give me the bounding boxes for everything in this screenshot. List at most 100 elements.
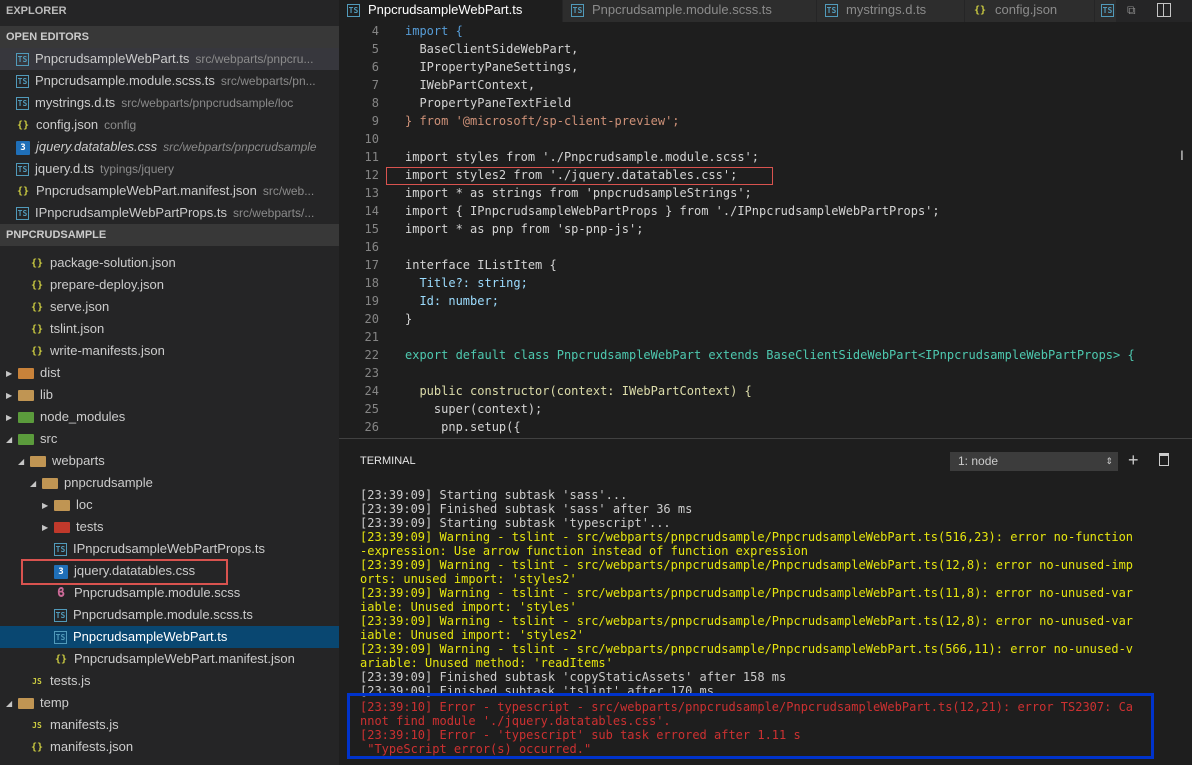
trash-icon[interactable] xyxy=(1159,453,1169,466)
tree-item[interactable]: {} prepare-deploy.json xyxy=(0,274,339,296)
json-icon: {} xyxy=(30,323,44,335)
tree-label: pnpcrudsample xyxy=(64,475,153,490)
tree-item[interactable]: TS Pnpcrudsample.module.scss.ts xyxy=(0,604,339,626)
open-editor-name: PnpcrudsampleWebPart.ts xyxy=(35,51,190,66)
tree-label: tslint.json xyxy=(50,321,105,336)
ts-icon: TS xyxy=(16,207,29,221)
code-line: 18 Title?: string; xyxy=(339,274,1192,292)
json-icon: {} xyxy=(30,301,44,313)
tree-label: src xyxy=(40,431,58,446)
code-line: 26 pnp.setup({ xyxy=(339,418,1192,436)
terminal-line: [23:39:09] Warning - tslint - src/webpar… xyxy=(360,558,1134,572)
json-icon: {} xyxy=(16,185,30,197)
chevron-right-icon: ▶ xyxy=(42,522,49,532)
tab-webpart[interactable]: TS PnpcrudsampleWebPart.ts xyxy=(339,0,563,22)
open-editor-item[interactable]: TS jquery.d.ts typings/jquery xyxy=(0,158,339,180)
open-editor-item[interactable]: TS mystrings.d.ts src/webparts/pnpcrudsamp… xyxy=(0,92,339,114)
code-text: import { xyxy=(405,24,463,38)
tab-overflow[interactable]: TS xyxy=(1095,0,1117,22)
open-editor-path: src/web... xyxy=(262,184,315,198)
tree-label: manifests.js xyxy=(50,717,119,732)
ts-icon: TS xyxy=(1101,4,1114,18)
open-editor-item[interactable]: 3 jquery.datatables.css src/webparts/pnpcr… xyxy=(0,136,339,158)
tab-bar: TS PnpcrudsampleWebPart.ts TS Pnpcrudsampl… xyxy=(339,0,1192,22)
open-editors-header[interactable]: OPEN EDITORS xyxy=(0,26,339,48)
code-line: 21 xyxy=(339,328,1192,346)
terminal-selector[interactable]: 1: node ⇕ xyxy=(950,452,1118,471)
tree-folder[interactable]: ▶ tests xyxy=(0,516,339,538)
ts-icon: TS xyxy=(16,75,29,89)
line-number: 25 xyxy=(364,402,379,416)
tree-label: loc xyxy=(76,497,93,512)
open-editor-item[interactable]: TS Pnpcrudsample.module.scss.ts src/webpar… xyxy=(0,70,339,92)
code-text: } from '@microsoft/sp-client-preview'; xyxy=(405,114,680,128)
open-editor-path: config xyxy=(104,118,137,132)
json-icon: {} xyxy=(30,741,44,753)
tab-config[interactable]: {} config.json xyxy=(965,0,1095,22)
tree-item[interactable]: {} write-manifests.json xyxy=(0,340,339,362)
tree-item-selected[interactable]: TS PnpcrudsampleWebPart.ts xyxy=(0,626,339,648)
tab-mystrings[interactable]: TS mystrings.d.ts xyxy=(817,0,965,22)
tree-folder[interactable]: ▶ lib xyxy=(0,384,339,406)
tab-scss[interactable]: TS Pnpcrudsample.module.scss.ts xyxy=(563,0,817,22)
tree-folder[interactable]: ◢ webparts xyxy=(0,450,339,472)
ts-icon: TS xyxy=(16,163,29,177)
tree-folder[interactable]: ▶ loc xyxy=(0,494,339,516)
tree-folder[interactable]: ◢ pnpcrudsample xyxy=(0,472,339,494)
open-editor-path: src/webparts/pnpcrudsample/loc xyxy=(121,96,294,110)
terminal-panel[interactable]: TERMINAL 1: node ⇕ + [23:39:09] Starting… xyxy=(339,438,1192,765)
tree-label: tests xyxy=(76,519,104,534)
ts-icon: TS xyxy=(16,97,29,111)
code-line: 7 IWebPartContext, xyxy=(339,76,1192,94)
line-number: 10 xyxy=(364,132,379,146)
tree-folder[interactable]: ▶ dist xyxy=(0,362,339,384)
tree-item[interactable]: {} package-solution.json xyxy=(0,252,339,274)
tree-folder[interactable]: ▶ node_modules xyxy=(0,406,339,428)
tree-item[interactable]: JS manifests.js xyxy=(0,714,339,736)
open-editor-item[interactable]: {} config.json config xyxy=(0,114,339,136)
js-icon: JS xyxy=(32,720,42,730)
code-text: import * as pnp from 'sp-pnp-js'; xyxy=(405,222,644,236)
open-editor-item[interactable]: {} PnpcrudsampleWebPart.manifest.json src/… xyxy=(0,180,339,202)
code-text: export default class PnpcrudsampleWebPar… xyxy=(405,348,1135,362)
line-number: 11 xyxy=(364,150,379,164)
layout-icon[interactable] xyxy=(1157,3,1171,17)
tree-folder[interactable]: ◢ temp xyxy=(0,692,339,714)
tree-item[interactable]: TS IPnpcrudsampleWebPartProps.ts xyxy=(0,538,339,560)
tree-item[interactable]: {} PnpcrudsampleWebPart.manifest.json xyxy=(0,648,339,670)
plus-icon[interactable]: + xyxy=(1128,450,1139,470)
line-number: 19 xyxy=(364,294,379,308)
code-line: 9} from '@microsoft/sp-client-preview'; xyxy=(339,112,1192,130)
terminal-line: iable: Unused import: 'styles' xyxy=(360,600,577,614)
tree-item[interactable]: {} serve.json xyxy=(0,296,339,318)
open-editor-item[interactable]: TS IPnpcrudsampleWebPartProps.ts src/webpa… xyxy=(0,202,339,224)
tab-label: config.json xyxy=(995,2,1058,17)
terminal-line: [23:39:09] Starting subtask 'typescript'… xyxy=(360,516,671,530)
line-number: 18 xyxy=(364,276,379,290)
tree-item[interactable]: ϐ Pnpcrudsample.module.scss xyxy=(0,582,339,604)
json-icon: {} xyxy=(30,257,44,269)
highlight-box-blue xyxy=(347,693,1154,759)
line-number: 26 xyxy=(364,420,379,434)
tree-label: dist xyxy=(40,365,61,380)
tree-folder[interactable]: ◢ src xyxy=(0,428,339,450)
code-line: 11 import styles from './Pnpcrudsample.mo… xyxy=(339,148,1192,166)
terminal-line: -expression: Use arrow function instead … xyxy=(360,544,808,558)
tree-item[interactable]: JS tests.js xyxy=(0,670,339,692)
folder-icon xyxy=(18,698,34,710)
code-text: IPropertyPaneSettings, xyxy=(405,60,579,74)
split-icon[interactable]: ⧉ xyxy=(1127,3,1141,17)
tree-item[interactable]: {} manifests.json xyxy=(0,736,339,758)
explorer-sidebar: EXPLORER OPEN EDITORS TS PnpcrudsampleWeb… xyxy=(0,0,339,765)
ts-icon: TS xyxy=(16,53,29,67)
project-header[interactable]: PNPCRUDSAMPLE xyxy=(0,224,339,246)
code-editor[interactable]: 4 import { 5 BaseClientSideWebPart, 6 IPr… xyxy=(339,22,1192,438)
chevron-down-icon: ◢ xyxy=(6,434,13,444)
terminal-line: [23:39:09] Finished subtask 'copyStaticA… xyxy=(360,670,787,684)
open-editor-name: PnpcrudsampleWebPart.manifest.json xyxy=(36,183,257,198)
terminal-line: [23:39:09] Warning - tslint - src/webpar… xyxy=(360,642,1134,656)
folder-icon xyxy=(42,478,58,490)
open-editor-item[interactable]: TS PnpcrudsampleWebPart.ts src/webparts/pn… xyxy=(0,48,339,70)
code-line: 24 public constructor(context: IWebPartC… xyxy=(339,382,1192,400)
tree-item[interactable]: {} tslint.json xyxy=(0,318,339,340)
